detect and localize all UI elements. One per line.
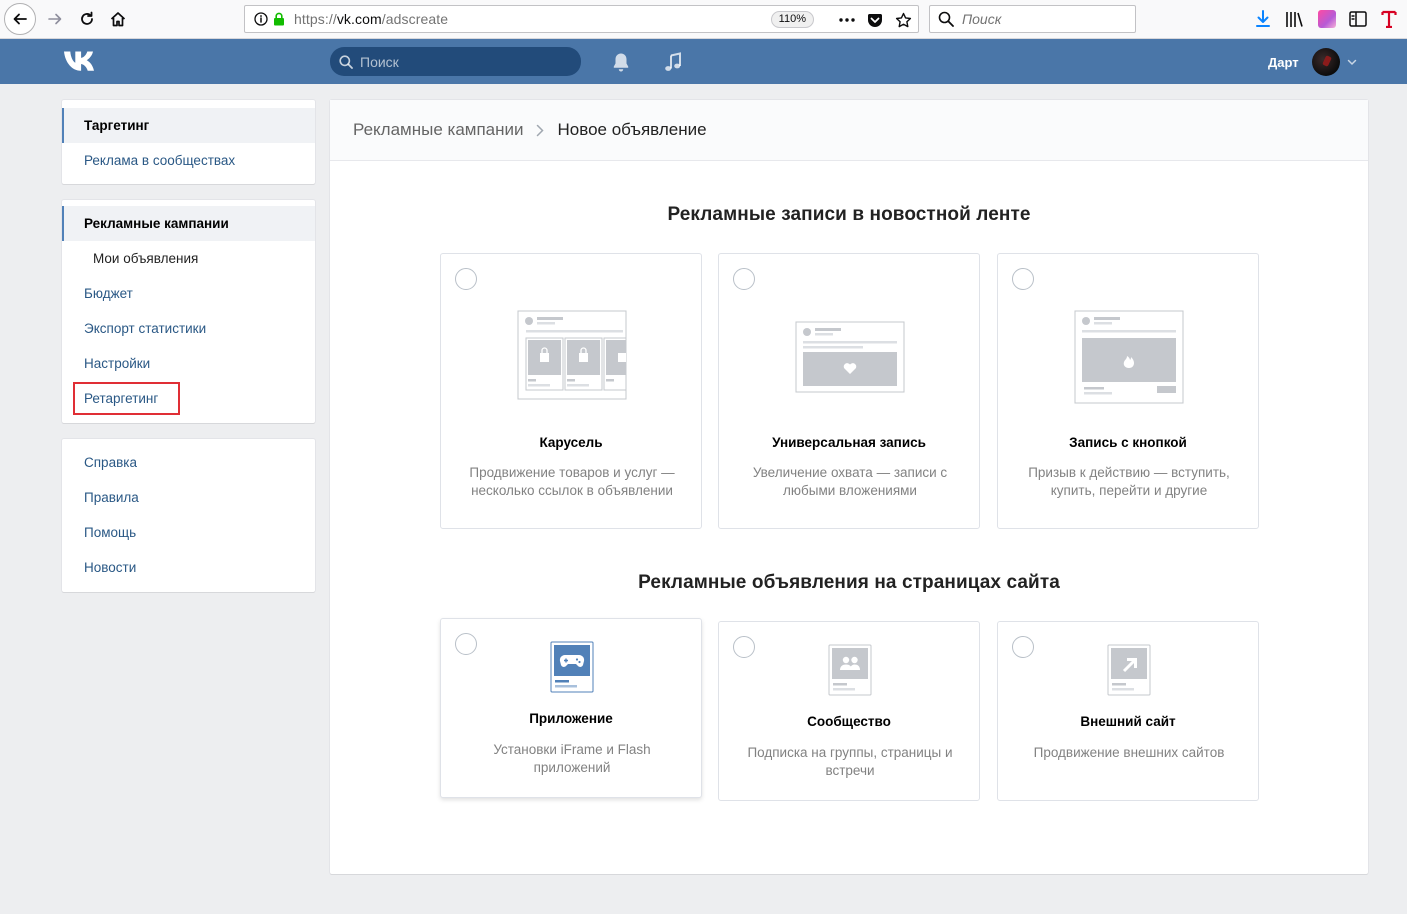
sidebar-item-retargeting-label: Ретаргетинг [84,391,159,406]
vk-header: Поиск Дарт [0,39,1407,84]
sidebar-item-news[interactable]: Новости [62,550,315,585]
card-title-community: Сообщество [807,714,891,729]
radio-universal[interactable] [733,268,755,290]
external-link-icon [998,644,1260,696]
sidebar-item-my-ads[interactable]: Мои объявления [62,241,315,276]
browser-search-bar[interactable]: Поиск [929,5,1136,33]
sidebar-item-budget[interactable]: Бюджет [62,276,315,311]
card-desc-community: Подписка на группы, страницы и встречи [747,745,953,778]
lock-icon[interactable] [272,11,286,27]
reload-button[interactable] [72,4,102,34]
card-title-external-site: Внешний сайт [1080,714,1176,729]
sidebar-ads-type: Таргетинг Реклама в сообществах [62,100,315,184]
card-desc-carousel: Продвижение товаров и услуг — несколько … [469,465,675,498]
ad-format-card-button-post[interactable]: Запись с кнопкой Призыв к действию — вст… [997,253,1259,529]
ad-format-card-application[interactable]: Приложение Установки iFrame и Flash прил… [440,618,702,798]
ad-format-card-carousel[interactable]: Карусель Продвижение товаров и услуг — н… [440,253,702,529]
ad-format-card-universal[interactable]: Универсальная запись Увеличение охвата —… [718,253,980,529]
sidebar-item-help[interactable]: Помощь [62,515,315,550]
url-bar[interactable]: https://vk.com/adscreate 110% [244,5,919,33]
card-desc-universal: Увеличение охвата — записи с любыми влож… [752,465,948,498]
user-menu[interactable]: Дарт [1268,48,1357,76]
home-button[interactable] [103,4,133,34]
arrow-left-icon [13,13,27,25]
vk-search-placeholder: Поиск [360,53,399,70]
music-note-icon[interactable] [662,51,684,73]
translate-t-icon[interactable] [1378,8,1400,30]
breadcrumb-current: Новое объявление [557,120,707,139]
card-title-application: Приложение [529,711,613,726]
main-panel: Рекламные кампании Новое объявление Рекл… [330,100,1368,874]
card-desc-external-site: Продвижение внешних сайтов [1033,745,1225,760]
search-icon [339,54,353,69]
search-icon [938,11,954,27]
sidebar-item-export-stats[interactable]: Экспорт статистики [62,311,315,346]
info-icon[interactable] [254,12,268,26]
vk-logo-icon[interactable] [63,49,99,73]
sidebar-toggle-icon[interactable] [1347,8,1369,30]
url-prefix: https:// [294,11,337,27]
browser-search-placeholder: Поиск [962,11,1002,27]
section-title-site: Рекламные объявления на страницах сайта [638,572,1060,593]
sidebar-item-campaigns[interactable]: Рекламные кампании [62,206,315,241]
sidebar-item-rules[interactable]: Правила [62,480,315,515]
section-title-feed: Рекламные записи в новостной ленте [667,204,1031,225]
library-icon[interactable] [1284,8,1306,30]
pocket-icon[interactable] [866,11,884,29]
card-desc-application: Установки iFrame и Flash приложений [493,742,651,775]
sidebar-item-community-ads[interactable]: Реклама в сообществах [62,143,315,178]
chevron-right-icon [536,123,546,137]
home-icon [110,12,126,27]
avatar [1311,48,1340,76]
sidebar-item-reference[interactable]: Справка [62,445,315,480]
notifications-bell-icon[interactable] [610,51,632,73]
button-post-illustration-icon [998,310,1260,404]
radio-button-post[interactable] [1012,268,1034,290]
vk-search-input[interactable]: Поиск [330,47,581,76]
reload-icon [81,11,93,25]
card-title-universal: Универсальная запись [772,435,926,450]
url-host: vk.com [336,11,382,27]
forward-button[interactable] [40,4,70,34]
universal-post-illustration-icon [719,321,981,393]
breadcrumb: Рекламные кампании Новое объявление [330,100,1368,161]
card-desc-button-post: Призыв к действию — вступить, купить, пе… [1028,465,1230,498]
page-actions-icon[interactable] [838,11,856,29]
ad-format-card-external-site[interactable]: Внешний сайт Продвижение внешних сайтов [997,621,1259,801]
url-path: /adscreate [381,11,449,27]
sidebar-help: Справка Правила Помощь Новости [62,439,315,592]
sidebar-campaigns: Рекламные кампании Мои объявления Бюджет… [62,200,315,423]
sidebar-item-retargeting[interactable]: Ретаргетинг [62,381,315,416]
sidebar-item-settings[interactable]: Настройки [62,346,315,381]
bookmark-star-icon[interactable] [894,11,912,29]
zoom-badge[interactable]: 110% [770,11,814,28]
extension-icon[interactable] [1316,8,1338,30]
back-button[interactable] [4,3,36,35]
user-name: Дарт [1268,54,1299,70]
url-text[interactable]: https://vk.com/adscreate [294,11,448,27]
browser-toolbar: https://vk.com/adscreate 110% Поиск [0,0,1407,39]
community-icon [719,644,981,696]
chevron-down-icon [1347,57,1357,67]
breadcrumb-campaigns-link[interactable]: Рекламные кампании [353,120,524,140]
card-title-button-post: Запись с кнопкой [1069,435,1187,450]
download-icon[interactable] [1252,8,1274,30]
card-title-carousel: Карусель [539,435,603,450]
carousel-illustration-icon [441,310,703,400]
ad-format-card-community[interactable]: Сообщество Подписка на группы, страницы … [718,621,980,801]
radio-carousel[interactable] [455,268,477,290]
gamepad-icon [441,641,703,693]
arrow-right-icon [48,13,62,25]
sidebar-item-targeting[interactable]: Таргетинг [62,108,315,143]
